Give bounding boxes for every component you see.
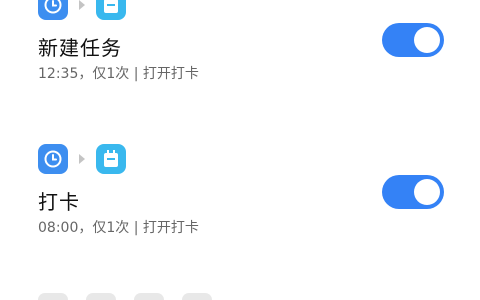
- placeholder-icon: [38, 293, 68, 300]
- toggle-knob: [414, 179, 440, 205]
- arrow-right-icon: [68, 0, 96, 10]
- clock-icon: [38, 0, 68, 20]
- task-title: 打卡: [38, 190, 80, 214]
- task-toggle[interactable]: [382, 175, 444, 209]
- task-title: 新建任务: [38, 36, 122, 60]
- placeholder-icon: [134, 293, 164, 300]
- task-flow: [38, 144, 126, 174]
- note-icon: [96, 144, 126, 174]
- task-description: 12:35，仅1次 | 打开打卡: [38, 66, 199, 82]
- note-icon: [96, 0, 126, 20]
- task-toggle[interactable]: [382, 23, 444, 57]
- task-flow: [38, 0, 126, 20]
- task-description: 08:00，仅1次 | 打开打卡: [38, 220, 199, 236]
- next-task-peek: [38, 293, 212, 300]
- arrow-right-icon: [68, 154, 96, 164]
- placeholder-icon: [86, 293, 116, 300]
- toggle-knob: [414, 27, 440, 53]
- clock-icon: [38, 144, 68, 174]
- placeholder-icon: [182, 293, 212, 300]
